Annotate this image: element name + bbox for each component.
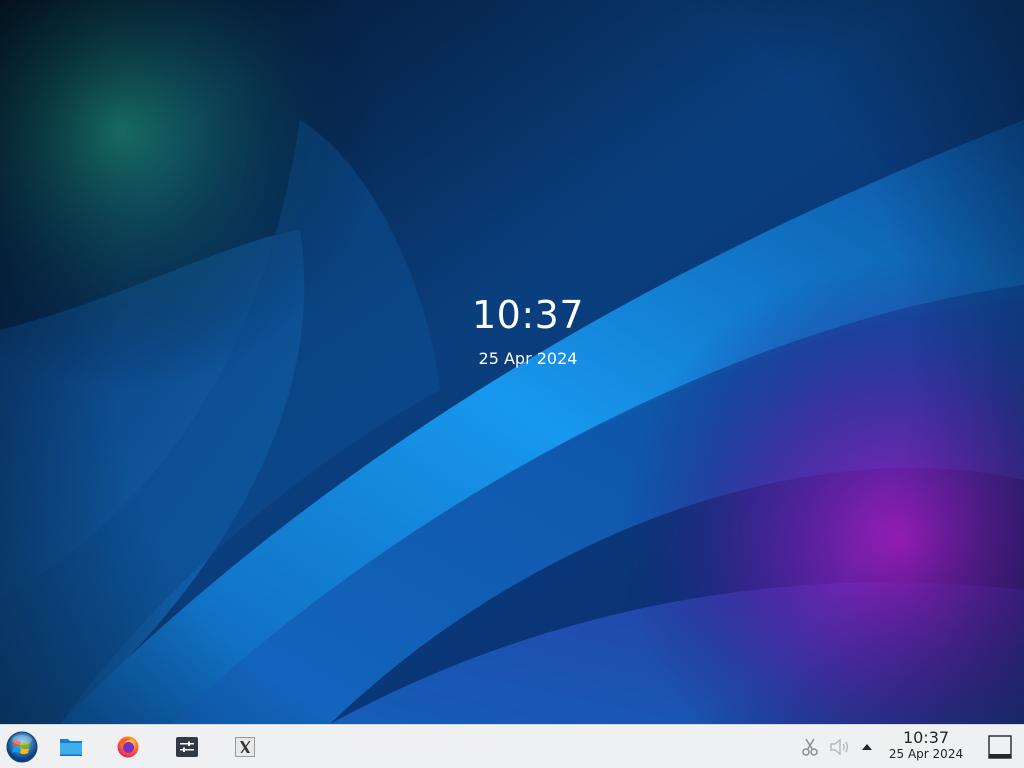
desktop-clock-date: 25 Apr 2024	[478, 349, 578, 368]
desktop-clock-widget[interactable]: 10:37 25 Apr 2024	[428, 290, 628, 370]
x-app-icon	[235, 736, 255, 757]
settings-sliders-icon	[176, 736, 198, 757]
firefox-icon	[117, 736, 139, 757]
scissors-icon	[802, 738, 818, 756]
taskbar-digital-clock[interactable]: 10:37 25 Apr 2024	[880, 729, 972, 762]
tray-volume[interactable]	[826, 725, 854, 768]
tray-clipboard[interactable]	[796, 725, 824, 768]
volume-icon	[830, 738, 849, 755]
taskbar: 10:37 25 Apr 2024	[0, 724, 1024, 768]
chevron-up-icon	[862, 743, 872, 750]
taskbar-clock-time: 10:37	[902, 728, 950, 747]
taskbar-firefox[interactable]	[107, 725, 149, 768]
show-desktop-button[interactable]	[980, 725, 1020, 768]
taskbar-clock-date: 25 Apr 2024	[888, 747, 964, 761]
desktop-clock-time: 10:37	[471, 293, 584, 337]
start-menu-button[interactable]	[2, 725, 42, 768]
folder-icon	[60, 738, 82, 756]
start-orb-icon	[6, 731, 38, 762]
taskbar-x-application[interactable]	[224, 725, 266, 768]
show-desktop-icon	[988, 734, 1012, 759]
tray-expand-button[interactable]	[856, 725, 878, 768]
taskbar-file-manager[interactable]	[50, 725, 92, 768]
taskbar-system-settings[interactable]	[166, 725, 208, 768]
desktop[interactable]: 10:37 25 Apr 2024	[0, 0, 1024, 724]
